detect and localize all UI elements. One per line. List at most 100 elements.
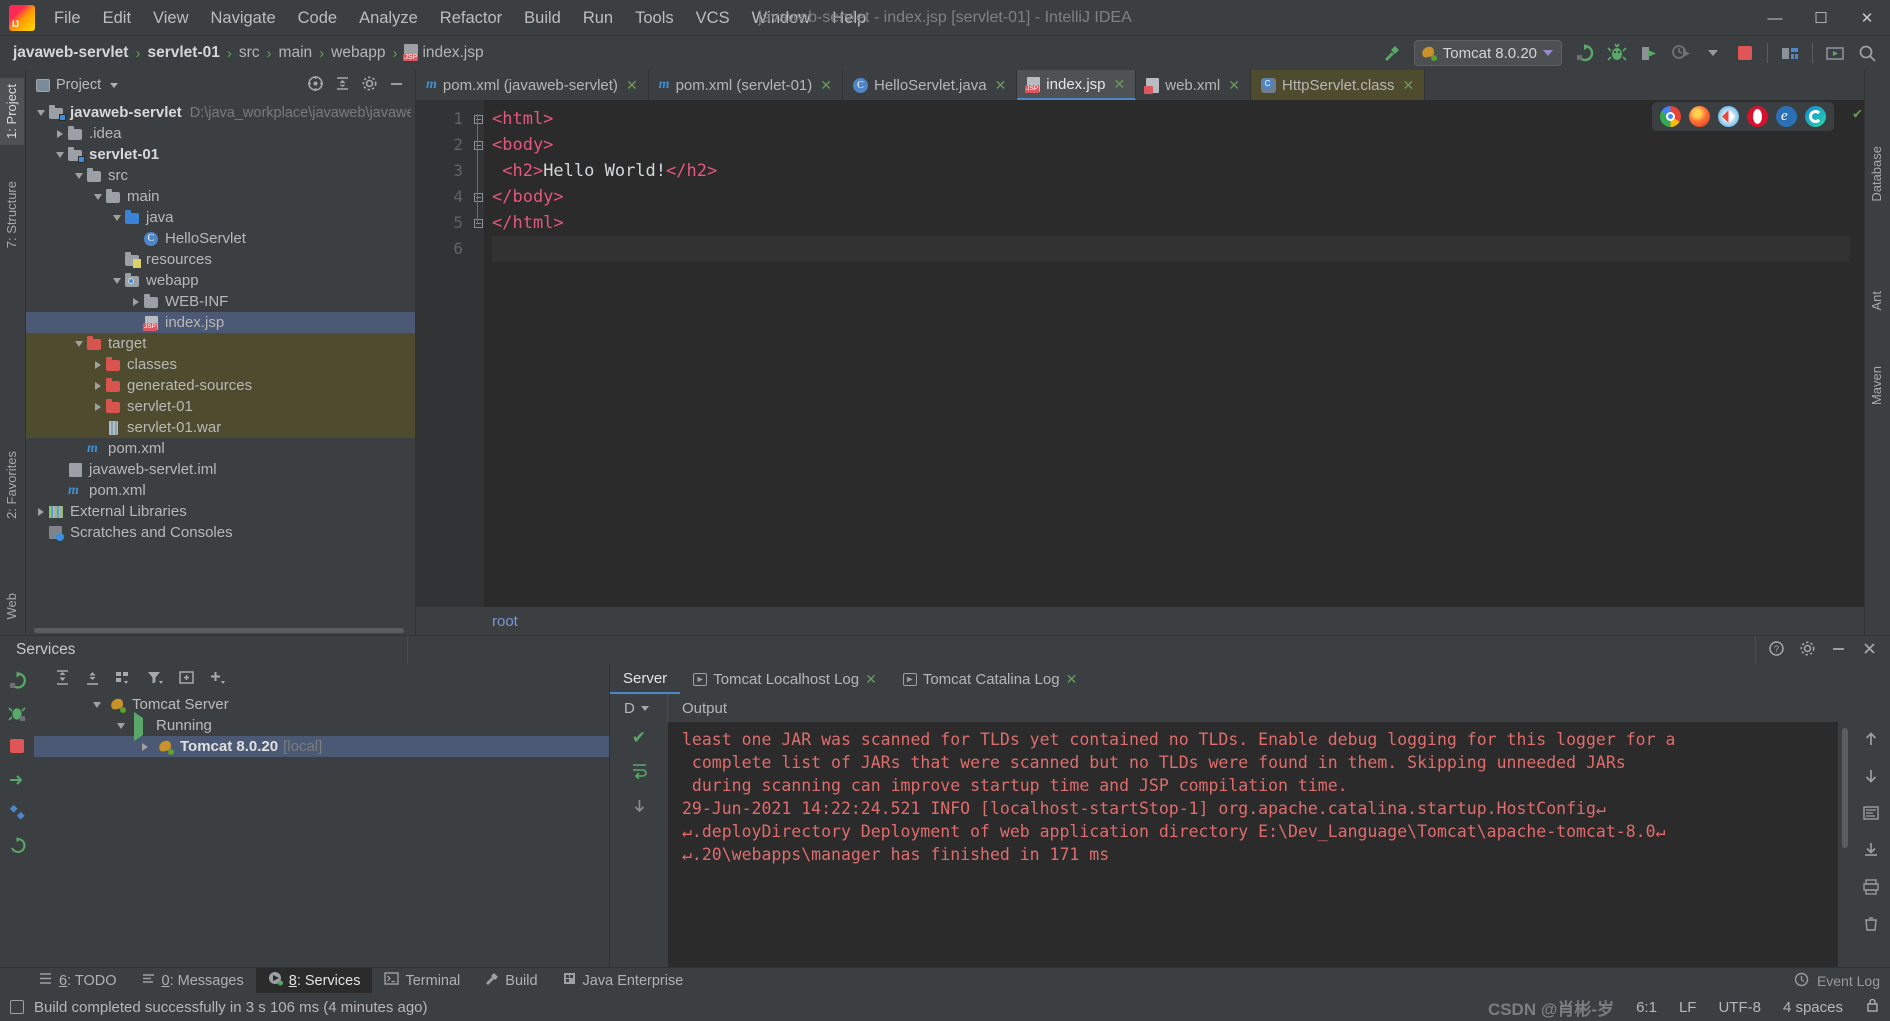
toolwindow-tab-services[interactable]: 8: Services <box>255 967 373 994</box>
menu-window[interactable]: Window <box>741 0 822 36</box>
print-icon[interactable] <box>1862 878 1880 900</box>
project-tree-row[interactable]: servlet-01 <box>26 396 415 417</box>
tree-expand-arrow[interactable] <box>53 129 67 138</box>
tree-expand-arrow[interactable] <box>91 360 105 369</box>
project-tree-row[interactable]: javaweb-servlet D:\java_workplace\javaweb… <box>26 102 415 123</box>
breadcrumb-item-project[interactable]: javaweb-servlet <box>10 42 131 64</box>
tree-expand-arrow[interactable] <box>138 742 152 751</box>
close-tab-icon[interactable]: ✕ <box>865 671 877 688</box>
close-tab-icon[interactable]: ✕ <box>626 77 638 94</box>
stop-service-icon[interactable] <box>7 736 27 756</box>
maximize-button[interactable]: ☐ <box>1798 0 1844 36</box>
error-stripe-markbar[interactable]: ✔ <box>1850 100 1864 607</box>
sidebar-tab-ant[interactable]: Ant <box>1864 285 1889 317</box>
project-tree-row[interactable]: Scratches and Consoles <box>26 522 415 543</box>
project-tree[interactable]: javaweb-servlet D:\java_workplace\javaweb… <box>26 100 415 626</box>
project-tree-row[interactable]: src <box>26 165 415 186</box>
tree-expand-arrow[interactable] <box>110 277 124 284</box>
sidebar-tab-favorites[interactable]: 2: Favorites <box>0 445 24 525</box>
toolwindow-tab-messages[interactable]: 0: Messages <box>129 968 256 994</box>
tree-expand-arrow[interactable] <box>91 193 105 200</box>
project-tree-row[interactable]: m pom.xml <box>26 480 415 501</box>
close-tab-icon[interactable]: ✕ <box>995 77 1007 94</box>
indent-setting[interactable]: 4 spaces <box>1783 999 1843 1016</box>
close-tab-icon[interactable]: ✕ <box>1228 77 1240 94</box>
profile-dropdown-icon[interactable] <box>1698 39 1728 67</box>
menu-analyze[interactable]: Analyze <box>348 0 429 36</box>
project-tree-row[interactable]: External Libraries <box>26 501 415 522</box>
services-tree-row[interactable]: Tomcat Server <box>34 694 609 715</box>
project-tree-row[interactable]: .idea <box>26 123 415 144</box>
project-tree-row[interactable]: webapp <box>26 270 415 291</box>
tree-expand-arrow[interactable] <box>72 340 86 347</box>
safari-icon[interactable] <box>1718 106 1739 127</box>
rerun-button[interactable] <box>1570 39 1600 67</box>
close-button[interactable]: ✕ <box>1844 0 1890 36</box>
scroll-to-end-icon[interactable] <box>631 798 648 820</box>
tree-expand-arrow[interactable] <box>129 297 143 306</box>
soft-wrap-icon[interactable] <box>1862 804 1880 826</box>
services-settings-icon[interactable] <box>7 802 27 822</box>
scroll-up-icon[interactable] <box>1862 730 1880 752</box>
project-tree-row[interactable]: classes <box>26 354 415 375</box>
caret-position[interactable]: 6:1 <box>1636 999 1657 1016</box>
close-tab-icon[interactable]: ✕ <box>1114 76 1126 93</box>
tree-expand-arrow[interactable] <box>34 109 48 116</box>
event-log-area[interactable]: Event Log <box>1794 972 1890 990</box>
menu-tools[interactable]: Tools <box>624 0 685 36</box>
hide-panel-icon[interactable] <box>388 75 405 96</box>
firefox-icon[interactable] <box>1689 106 1710 127</box>
help-icon[interactable]: ? <box>1768 640 1785 661</box>
sidebar-tab-maven[interactable]: Maven <box>1864 360 1889 411</box>
project-settings-icon[interactable] <box>361 75 378 96</box>
refresh-icon[interactable] <box>7 835 27 855</box>
menu-view[interactable]: View <box>142 0 199 36</box>
menu-edit[interactable]: Edit <box>92 0 142 36</box>
editor-tab[interactable]: m pom.xml (servlet-01) ✕ <box>649 70 843 100</box>
update-running-app-button[interactable] <box>1820 39 1850 67</box>
collapse-all-icon[interactable] <box>84 669 101 690</box>
code-editor[interactable]: 123456 e <html> <body> <h2>Hello World!<… <box>416 100 1864 607</box>
menu-help[interactable]: Help <box>821 0 877 36</box>
breadcrumb-item-file[interactable]: index.jsp <box>401 42 486 64</box>
output-source-dropdown[interactable]: D <box>610 694 668 722</box>
editor-footer-root[interactable]: root <box>492 613 518 630</box>
console-tab[interactable]: ► Tomcat Catalina Log ✕ <box>890 664 1090 694</box>
breadcrumb-item-module[interactable]: servlet-01 <box>144 42 222 64</box>
close-tab-icon[interactable]: ✕ <box>820 77 832 94</box>
debug-service-icon[interactable] <box>7 703 27 723</box>
editor-tab[interactable]: HttpServlet.class ✕ <box>1250 70 1426 100</box>
toolwindow-tab-terminal[interactable]: Terminal <box>372 968 472 994</box>
minimize-panel-icon[interactable] <box>1830 640 1847 661</box>
editor-tab[interactable]: index.jsp ✕ <box>1017 70 1137 100</box>
source-code[interactable]: e <html> <body> <h2>Hello World!</h2> </bo… <box>484 100 1864 607</box>
add-service-icon[interactable] <box>208 669 227 690</box>
project-structure-button[interactable] <box>1775 39 1805 67</box>
tree-expand-arrow[interactable] <box>34 507 48 516</box>
breadcrumb-item-src[interactable]: src <box>236 42 263 64</box>
console-tab[interactable]: ► Tomcat Localhost Log ✕ <box>680 664 890 694</box>
menu-refactor[interactable]: Refactor <box>429 0 513 36</box>
project-tree-row[interactable]: servlet-01.war <box>26 417 415 438</box>
search-everywhere-button[interactable] <box>1852 39 1882 67</box>
add-tab-icon[interactable] <box>178 669 195 690</box>
opera-icon[interactable] <box>1747 106 1768 127</box>
edge-icon[interactable] <box>1805 106 1826 127</box>
tree-expand-arrow[interactable] <box>91 381 105 390</box>
fold-marker[interactable] <box>472 106 484 132</box>
project-tree-row[interactable]: main <box>26 186 415 207</box>
fold-marker[interactable] <box>472 184 484 210</box>
tree-expand-arrow[interactable] <box>114 722 128 729</box>
project-tree-row[interactable]: C HelloServlet <box>26 228 415 249</box>
toolwindow-tab-build[interactable]: Build <box>472 968 549 994</box>
sidebar-tab-database[interactable]: Database <box>1864 140 1889 208</box>
sidebar-tab-web[interactable]: Web <box>0 587 24 626</box>
deploy-icon[interactable] <box>7 769 27 789</box>
select-opened-file-icon[interactable] <box>307 75 324 96</box>
build-project-button[interactable] <box>1376 39 1406 67</box>
wrap-text-icon[interactable] <box>631 762 648 784</box>
minimize-button[interactable]: — <box>1752 0 1798 36</box>
export-icon[interactable] <box>1862 841 1880 863</box>
menu-navigate[interactable]: Navigate <box>200 0 287 36</box>
toolwindow-tab-java-enterprise[interactable]: Java Enterprise <box>550 968 696 994</box>
